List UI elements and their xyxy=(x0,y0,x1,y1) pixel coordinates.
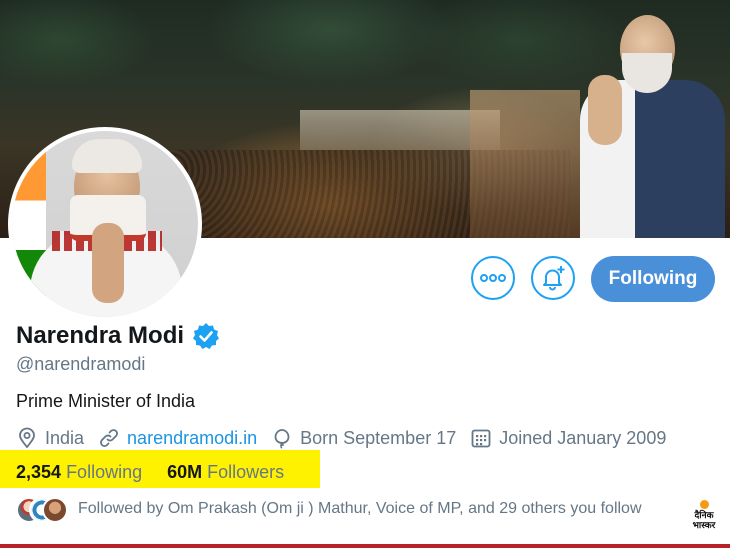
followers-count-label: Followers xyxy=(207,462,285,482)
location-pin-icon xyxy=(19,427,35,449)
birthday-item: Born September 17 xyxy=(271,427,456,449)
calendar-icon xyxy=(471,429,491,448)
link-icon xyxy=(100,429,118,447)
website-link[interactable]: narendramodi.in xyxy=(127,428,257,449)
website-item[interactable]: narendramodi.in xyxy=(98,427,257,449)
avatar-photo xyxy=(12,131,198,317)
bell-plus-icon xyxy=(543,266,565,291)
banner-stage xyxy=(470,90,580,238)
location-item: India xyxy=(16,427,84,449)
profile-name: Narendra Modi xyxy=(16,322,185,349)
profile-bio: Prime Minister of India xyxy=(16,391,196,411)
banner-person xyxy=(580,15,725,238)
bottom-rule xyxy=(0,544,730,548)
following-count-link[interactable]: 2,354 Following xyxy=(16,462,142,483)
mutual-avatar xyxy=(42,497,68,523)
logo-line-2: भास्कर xyxy=(692,521,716,531)
mutual-avatars xyxy=(16,497,68,523)
notifications-button[interactable] xyxy=(531,256,575,300)
birthday-text: Born September 17 xyxy=(300,427,457,448)
logo-dot xyxy=(699,500,709,509)
followers-count-link[interactable]: 60M Followers xyxy=(167,462,284,483)
followers-count: 60M xyxy=(167,462,203,482)
profile-meta: India narendramodi.in Born September 17 … xyxy=(16,427,680,449)
location-text: India xyxy=(45,427,85,448)
more-dots-icon xyxy=(480,274,506,282)
avatar-hair xyxy=(72,139,142,173)
profile-avatar[interactable] xyxy=(8,127,202,321)
following-count: 2,354 xyxy=(16,462,62,482)
publisher-logo: दैनिक भास्कर xyxy=(684,500,724,542)
joined-item: Joined January 2009 xyxy=(470,427,666,449)
more-options-button[interactable] xyxy=(471,256,515,300)
following-button[interactable]: Following xyxy=(591,256,715,302)
avatar-hands xyxy=(92,223,124,303)
name-row: Narendra Modi xyxy=(16,322,220,350)
profile-handle: @narendramodi xyxy=(16,354,146,374)
joined-text: Joined January 2009 xyxy=(499,427,667,448)
follow-counts: 2,354 Following 60M Followers xyxy=(16,462,284,483)
banner-person-hands xyxy=(588,75,622,145)
following-count-label: Following xyxy=(66,462,143,482)
logo-line-1: दैनिक xyxy=(694,511,714,521)
followed-by-text: Followed by Om Prakash (Om ji ) Mathur, … xyxy=(78,500,642,517)
followed-by-row[interactable]: Followed by Om Prakash (Om ji ) Mathur, … xyxy=(16,497,642,523)
verified-badge-icon xyxy=(193,323,220,349)
balloon-icon xyxy=(274,429,290,449)
